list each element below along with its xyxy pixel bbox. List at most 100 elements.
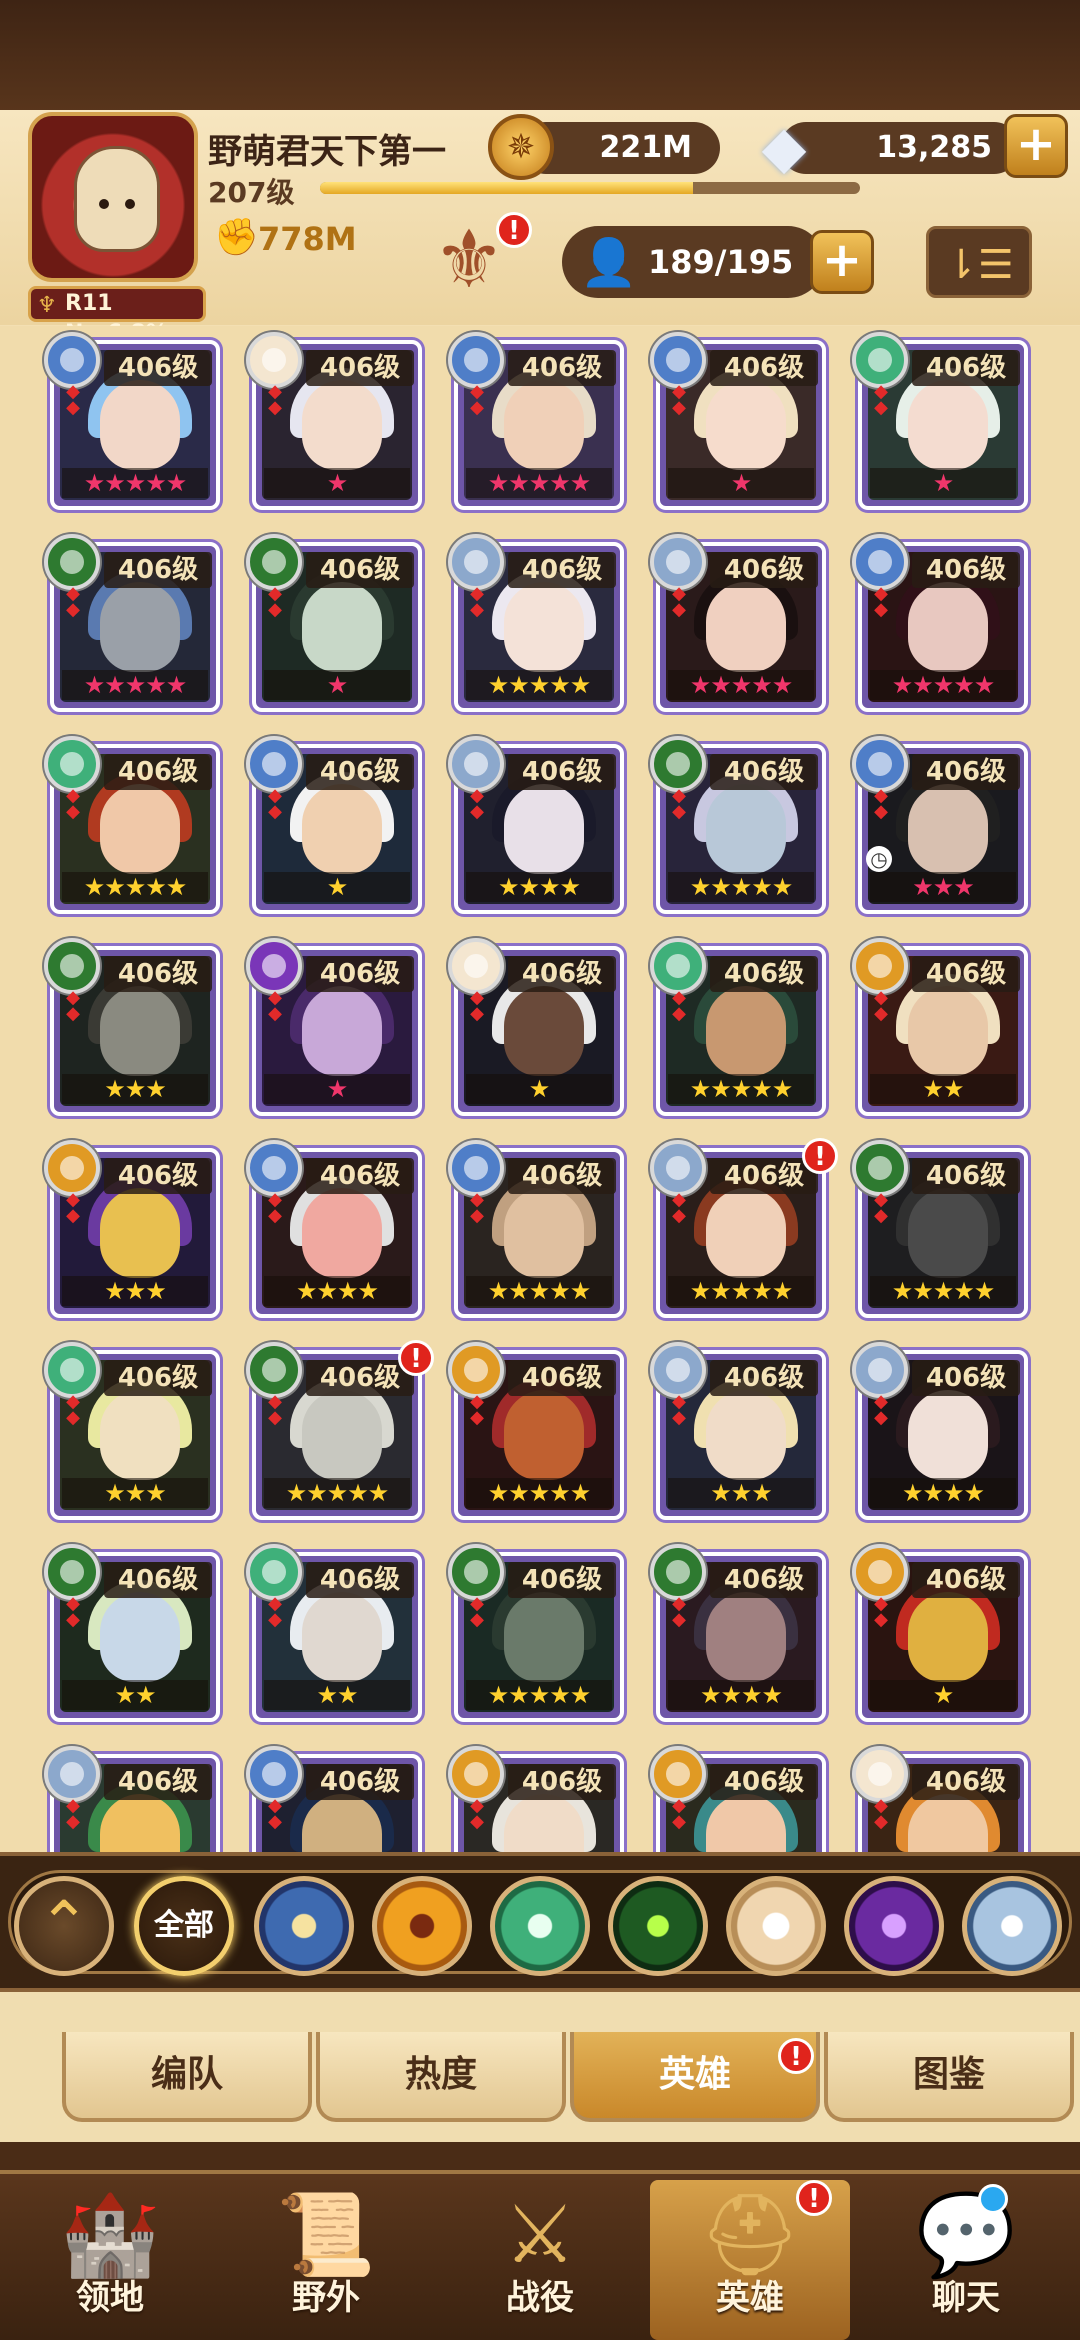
hero-card[interactable]: 406级 ◆ ◆ ★ xyxy=(650,332,826,510)
star-rating: ★★★★★ xyxy=(466,1680,612,1710)
hero-face xyxy=(908,380,988,470)
dimensional-filter-button[interactable] xyxy=(962,1876,1062,1976)
hero-level: 406级 xyxy=(710,956,818,992)
nav-campaign[interactable]: ⚔ 战役 xyxy=(440,2180,640,2340)
hero-face xyxy=(706,1188,786,1278)
hero-level: 406级 xyxy=(912,1562,1020,1598)
tab-compendium[interactable]: 图鉴 xyxy=(824,2032,1074,2122)
hero-card[interactable]: 406级 ◆ ◆ ★★★★★ xyxy=(44,332,220,510)
wilder-filter-button[interactable] xyxy=(490,1876,590,1976)
signature-diamond-icon: ◆ ◆ xyxy=(470,1391,484,1428)
signature-diamond-icon: ◆ ◆ xyxy=(470,381,484,418)
hero-level: 406级 xyxy=(710,552,818,588)
avatar-eye xyxy=(125,199,135,209)
hero-card[interactable]: 406级 ◆ ◆ xyxy=(246,1746,422,1852)
hero-level: 406级 xyxy=(912,1158,1020,1194)
hero-face xyxy=(100,582,180,672)
hero-card[interactable]: 406级 ◆ ◆ ★★★★★ xyxy=(448,534,624,712)
rank-badge[interactable]: ♆ R11 No.6.8% xyxy=(28,286,206,346)
hero-card[interactable]: 406级 ◆ ◆ ★ xyxy=(448,938,624,1116)
sort-button[interactable]: ⇂☰ xyxy=(926,226,1032,298)
hero-card[interactable]: 406级 ◆ ◆ ★★★★★ xyxy=(852,1140,1028,1318)
hero-card[interactable]: 406级 ◆ ◆ ★ xyxy=(852,332,1028,510)
hero-card[interactable]: 406级 ◆ ◆ ★★★★★ xyxy=(650,736,826,914)
hero-card[interactable]: 406级 ◆ ◆ ★★★★★ xyxy=(448,1342,624,1520)
signature-diamond-icon: ◆ ◆ xyxy=(874,1795,888,1832)
hero-card[interactable]: 406级 ◆ ◆ ★ xyxy=(852,1544,1028,1722)
hero-card[interactable]: 406级 ◆ ◆ ★ xyxy=(246,736,422,914)
hero-card[interactable]: 406级 ◆ ◆ ★★★ xyxy=(44,1140,220,1318)
hero-card[interactable]: 406级 ◆ ◆ ★ xyxy=(246,332,422,510)
player-avatar[interactable] xyxy=(28,112,198,282)
lightbearer-filter-button[interactable] xyxy=(254,1876,354,1976)
hero-card[interactable]: 406级 ◆ ◆ ★★★★★! xyxy=(650,1138,838,1318)
signature-diamond-icon: ◆ ◆ xyxy=(66,1391,80,1428)
signature-diamond-icon: ◆ ◆ xyxy=(66,583,80,620)
wilder-faction-icon xyxy=(246,1544,302,1600)
hero-card[interactable]: 406级 ◆ ◆ ★ xyxy=(246,938,422,1116)
hero-level: 406级 xyxy=(508,1764,616,1800)
signature-diamond-icon: ◆ ◆ xyxy=(268,1391,282,1428)
signature-diamond-icon: ◆ ◆ xyxy=(874,1391,888,1428)
hero-level: 406级 xyxy=(710,754,818,790)
hero-face xyxy=(302,582,382,672)
hypogean-faction-icon xyxy=(246,938,302,994)
celestial-filter-button[interactable] xyxy=(726,1876,826,1976)
hero-card[interactable]: 406级 ◆ ◆ ★★★★★! xyxy=(246,1340,434,1520)
hero-card[interactable]: 406级 ◆ ◆ xyxy=(650,1746,826,1852)
nav-chat[interactable]: 💬 聊天 xyxy=(866,2180,1066,2340)
hero-card[interactable]: 406级 ◆ ◆ ★★★★★ xyxy=(448,332,624,510)
hero-card[interactable]: 406级 ◆ ◆ xyxy=(852,1746,1028,1852)
hero-card[interactable]: 406级 ◆ ◆ ★★ xyxy=(246,1544,422,1722)
hero-card[interactable]: 406级 ◆ ◆ ★★★ xyxy=(44,938,220,1116)
hero-card[interactable]: 406级 ◆ ◆ ★★ xyxy=(44,1544,220,1722)
hero-card[interactable]: 406级 ◆ ◆ ★★★★ xyxy=(448,736,624,914)
collapse-up-button[interactable]: ⌃ xyxy=(14,1876,114,1976)
hero-card[interactable]: 406级 ◆ ◆ ★★ xyxy=(852,938,1028,1116)
signature-diamond-icon: ◆ ◆ xyxy=(672,1593,686,1630)
nav-wild[interactable]: 📜 野外 xyxy=(226,2180,426,2340)
bottom-nav: 🏰 领地 📜 野外 ⚔ 战役 ⛑ 英雄 ! 💬 聊天 xyxy=(0,2170,1080,2340)
maulers-faction-icon xyxy=(44,1140,100,1196)
hypogean-filter-button[interactable] xyxy=(844,1876,944,1976)
filter-all-button[interactable]: 全部 xyxy=(134,1876,234,1976)
signature-diamond-icon: ◆ ◆ xyxy=(874,987,888,1024)
hero-card[interactable]: 406级 ◆ ◆ ★★★★★ xyxy=(448,1140,624,1318)
hero-face xyxy=(706,986,786,1076)
star-rating: ★★★★★ xyxy=(466,1478,612,1508)
hero-card[interactable]: 406级 ◆ ◆ xyxy=(448,1746,624,1852)
star-rating: ★ xyxy=(870,1680,1016,1710)
hero-card[interactable]: 406级 ◆ ◆ ★★★★★ xyxy=(448,1544,624,1722)
hero-card[interactable]: 406级 ◆ ◆ ★★★★ xyxy=(246,1140,422,1318)
hero-card[interactable]: 406级 ◆ ◆ ★★★★★ xyxy=(44,534,220,712)
star-rating: ★ xyxy=(264,670,410,700)
tab-popularity[interactable]: 热度 xyxy=(316,2032,566,2122)
tab-formation[interactable]: 编队 xyxy=(62,2032,312,2122)
hero-level: 406级 xyxy=(104,350,212,386)
hero-card[interactable]: 406级 ◆ ◆ ★★★★★ xyxy=(650,938,826,1116)
nav-territory[interactable]: 🏰 领地 xyxy=(10,2180,210,2340)
add-gems-button[interactable]: + xyxy=(1004,114,1068,178)
hero-card[interactable]: 406级 ◆ ◆ ★★★★ xyxy=(852,1342,1028,1520)
signature-diamond-icon: ◆ ◆ xyxy=(874,785,888,822)
hero-card[interactable]: 406级 ◆ ◆ ★★★ ◷ xyxy=(852,736,1028,914)
hero-card[interactable]: 406级 ◆ ◆ ★★★ xyxy=(650,1342,826,1520)
hero-card[interactable]: 406级 ◆ ◆ ★★★ xyxy=(44,1342,220,1520)
graveborn-faction-icon xyxy=(44,938,100,994)
hero-card[interactable]: 406级 ◆ ◆ ★★★★★ xyxy=(44,736,220,914)
signature-diamond-icon: ◆ ◆ xyxy=(268,987,282,1024)
expand-slots-button[interactable]: + xyxy=(810,230,874,294)
graveborn-filter-button[interactable] xyxy=(608,1876,708,1976)
signature-diamond-icon: ◆ ◆ xyxy=(470,1593,484,1630)
hero-card[interactable]: 406级 ◆ ◆ ★★★★★ xyxy=(650,534,826,712)
rank-icon: ♆ xyxy=(37,293,57,318)
hero-face xyxy=(706,582,786,672)
hero-card[interactable]: 406级 ◆ ◆ xyxy=(44,1746,220,1852)
hero-grid[interactable]: 406级 ◆ ◆ ★★★★★ 406级 ◆ ◆ ★ 406级 ◆ ◆ ★★★★★ 406级 ◆ ◆ ★… xyxy=(0,326,1080,1852)
hero-card[interactable]: 406级 ◆ ◆ ★ xyxy=(246,534,422,712)
maulers-filter-button[interactable] xyxy=(372,1876,472,1976)
hero-card[interactable]: 406级 ◆ ◆ ★★★★ xyxy=(650,1544,826,1722)
hero-card[interactable]: 406级 ◆ ◆ ★★★★★ xyxy=(852,534,1028,712)
star-rating: ★ xyxy=(466,1074,612,1104)
avatar-face xyxy=(74,146,160,252)
